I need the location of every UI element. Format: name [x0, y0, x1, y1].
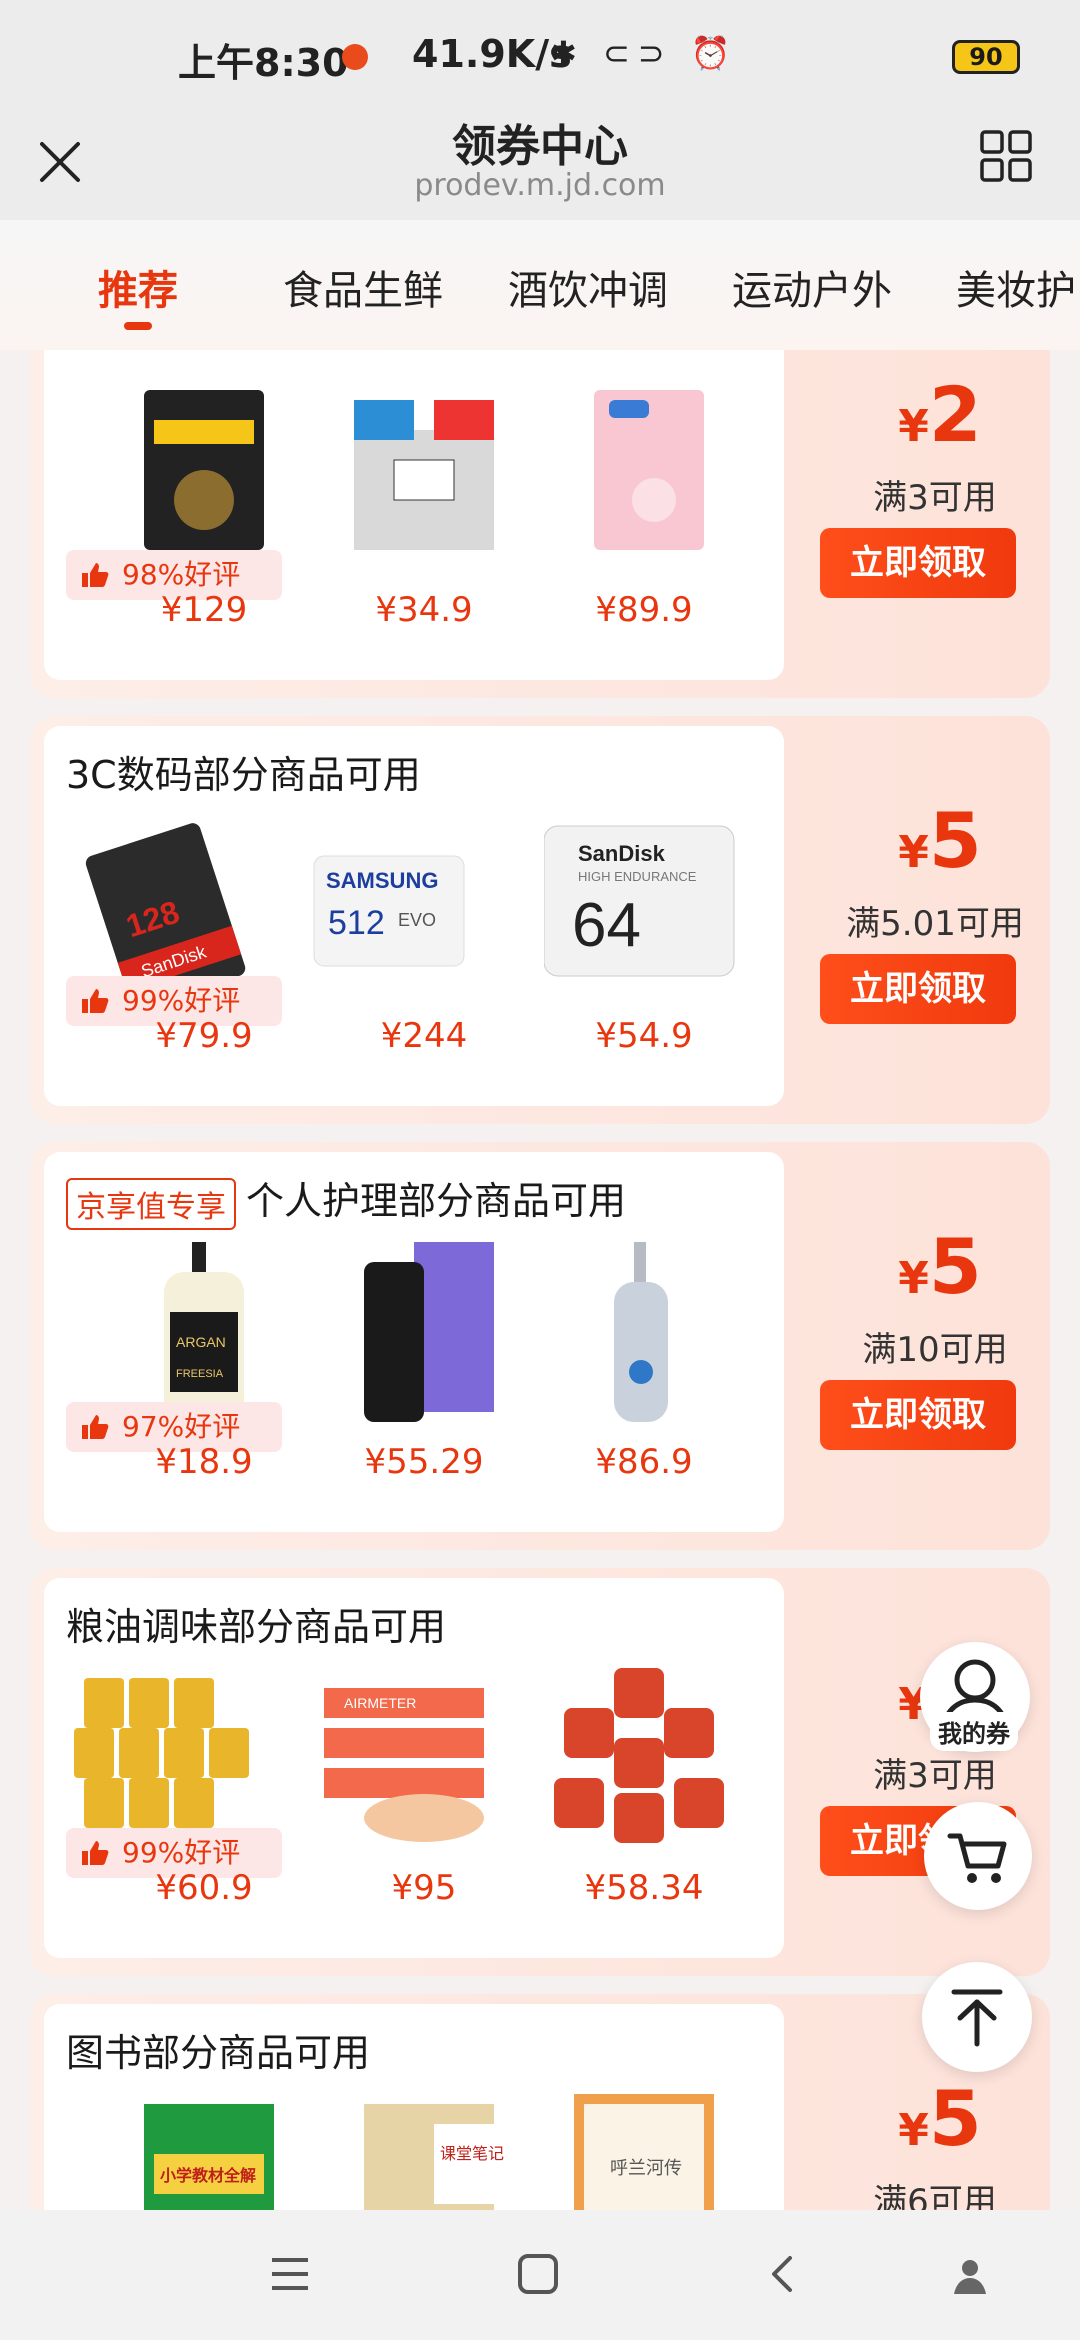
product-price: ¥58.34	[584, 1868, 704, 1908]
product-price: ¥244	[380, 1016, 468, 1056]
coupon-amount: ¥5	[898, 2074, 982, 2163]
tab-sports-outdoor[interactable]: 运动户外	[732, 258, 892, 316]
product-price: ¥86.9	[595, 1442, 693, 1482]
page-header: 领券中心 prodev.m.jd.com	[0, 110, 1080, 220]
claim-button[interactable]: 立即领取	[820, 954, 1016, 1024]
product-price: ¥95	[391, 1868, 457, 1908]
tab-food-fresh[interactable]: 食品生鲜	[283, 258, 443, 316]
card-capacity-label: 64	[572, 891, 641, 960]
coupon-condition: 满6可用	[873, 2182, 997, 2210]
tab-drinks[interactable]: 酒饮冲调	[508, 258, 668, 316]
product-image[interactable]: SAMSUNG 512 EVO	[294, 816, 494, 1006]
card-line-label: HIGH ENDURANCE	[578, 869, 697, 884]
product-image[interactable]	[544, 1668, 744, 1858]
back-to-top-button[interactable]	[922, 1962, 1032, 2072]
battery-icon: 90	[952, 40, 1020, 74]
tab-recommend[interactable]: 推荐	[98, 258, 178, 316]
back-icon[interactable]	[766, 2252, 798, 2296]
tab-active-indicator	[124, 322, 152, 330]
product-price: ¥54.9	[595, 1016, 693, 1056]
home-icon[interactable]	[516, 2252, 560, 2296]
product-panel: 98%好评 ¥129 ¥34.9 ¥89.9	[44, 350, 784, 680]
status-bar: 上午8:30 41.9K/s ✱ ⊂⊃ ⏰ 90	[0, 0, 1080, 110]
card-brand-label: SAMSUNG	[326, 868, 438, 893]
bottle-label: FREESIA	[176, 1368, 224, 1380]
product-image[interactable]	[104, 380, 304, 570]
product-image[interactable]: 小学教材全解	[104, 2094, 304, 2210]
coupon-card: 京享值专享 个人护理部分商品可用 ARGAN FREESIA 97%好评 ¥18.9…	[30, 1142, 1050, 1550]
coupon-title: 图书部分商品可用	[66, 2031, 371, 2075]
coupon-amount: ¥5	[898, 1222, 982, 1311]
product-panel: 图书部分商品可用 小学教材全解 课堂笔记 呼兰河传	[44, 2004, 784, 2210]
product-image[interactable]: 课堂笔记	[324, 2094, 524, 2210]
claim-button[interactable]: 立即领取	[820, 1380, 1016, 1450]
card-brand-label: SanDisk	[578, 841, 666, 866]
product-panel: 京享值专享 个人护理部分商品可用 ARGAN FREESIA 97%好评 ¥18.9…	[44, 1152, 784, 1532]
coupon-amount: ¥2	[898, 370, 982, 459]
coupon-title: 京享值专享 个人护理部分商品可用	[66, 1170, 626, 1230]
category-tabs: 推荐 食品生鲜 酒饮冲调 运动户外 美妆护	[0, 220, 1080, 350]
menu-grid-icon[interactable]	[978, 128, 1034, 184]
product-price: ¥79.9	[155, 1016, 253, 1056]
product-image[interactable]	[544, 380, 744, 570]
coupon-title: 3C数码部分商品可用	[66, 753, 421, 797]
coupon-condition: 满10可用	[862, 1330, 1008, 1370]
coupon-condition: 满5.01可用	[846, 904, 1024, 944]
coupon-card: 3C数码部分商品可用 128 SanDisk SAMSUNG 512 EVO SanD…	[30, 716, 1050, 1124]
pack-label: AIRMETER	[344, 1695, 416, 1711]
product-image[interactable]	[324, 1242, 524, 1432]
book-title: 课堂笔记	[440, 2144, 504, 2163]
thumbs-up-icon	[82, 563, 109, 587]
card-model-label: EVO	[398, 910, 436, 930]
page-url: prodev.m.jd.com	[414, 168, 666, 203]
page-title: 领券中心	[452, 121, 628, 172]
product-panel: 粮油调味部分商品可用 AIRMETER 99%好评 ¥60.9 ¥95 ¥58.…	[44, 1578, 784, 1958]
product-panel: 3C数码部分商品可用 128 SanDisk SAMSUNG 512 EVO SanD…	[44, 726, 784, 1106]
menu-icon[interactable]	[268, 2254, 312, 2294]
rating-text: 97%好评	[122, 1410, 241, 1443]
app-notification-icon	[342, 44, 368, 70]
product-image[interactable]	[324, 380, 524, 570]
thumbs-up-icon	[82, 1415, 109, 1439]
coupon-amount: ¥5	[898, 796, 982, 885]
book-title: 小学教材全解	[160, 2166, 256, 2185]
status-time: 上午8:30	[178, 41, 349, 85]
my-coupons-label[interactable]: 我的券	[930, 1712, 1018, 1751]
exclusive-badge: 京享值专享	[66, 1177, 236, 1230]
product-image[interactable]: 呼兰河传	[544, 2094, 744, 2210]
coupon-card: 图书部分商品可用 小学教材全解 课堂笔记 呼兰河传 ¥5 满6可用	[30, 1994, 1050, 2210]
book-title: 呼兰河传	[610, 2158, 682, 2179]
product-price: ¥18.9	[155, 1442, 253, 1482]
cart-button[interactable]	[924, 1802, 1032, 1910]
product-price: ¥60.9	[155, 1868, 253, 1908]
coupon-list[interactable]: 98%好评 ¥129 ¥34.9 ¥89.9 ¥2 满3可用 立即领取 3C数码…	[0, 350, 1080, 2210]
product-price: ¥34.9	[375, 590, 473, 630]
coupon-card: 粮油调味部分商品可用 AIRMETER 99%好评 ¥60.9 ¥95 ¥58.…	[30, 1568, 1050, 1976]
product-price: ¥89.9	[595, 590, 693, 630]
cart-icon	[947, 1833, 1007, 1883]
product-price: ¥129	[160, 590, 248, 630]
rating-text: 98%好评	[122, 558, 241, 591]
rating-text: 99%好评	[122, 984, 241, 1017]
thumbs-up-icon	[82, 1841, 109, 1865]
coupon-title: 粮油调味部分商品可用	[66, 1605, 447, 1649]
product-image[interactable]: SanDisk HIGH ENDURANCE 64	[543, 816, 744, 1006]
card-capacity-label: 512	[328, 904, 385, 942]
coupon-condition: 满3可用	[873, 1756, 997, 1796]
product-image[interactable]	[544, 1242, 744, 1432]
rating-text: 99%好评	[122, 1836, 241, 1869]
claim-button[interactable]: 立即领取	[820, 528, 1016, 598]
product-price: ¥55.29	[364, 1442, 484, 1482]
coupon-card: 98%好评 ¥129 ¥34.9 ¥89.9 ¥2 满3可用 立即领取	[30, 350, 1050, 698]
bottle-label: ARGAN	[176, 1334, 226, 1350]
network-speed: 41.9K/s	[412, 32, 572, 76]
tab-beauty[interactable]: 美妆护	[956, 258, 1076, 316]
watermark-logo-icon	[954, 2260, 986, 2294]
product-image[interactable]: AIRMETER	[304, 1668, 504, 1858]
thumbs-up-icon	[82, 989, 109, 1013]
status-icons: ✱ ⊂⊃ ⏰	[550, 34, 739, 72]
coupon-condition: 满3可用	[873, 478, 997, 518]
system-nav-bar	[0, 2210, 1080, 2340]
arrow-up-icon	[951, 1989, 1003, 2047]
